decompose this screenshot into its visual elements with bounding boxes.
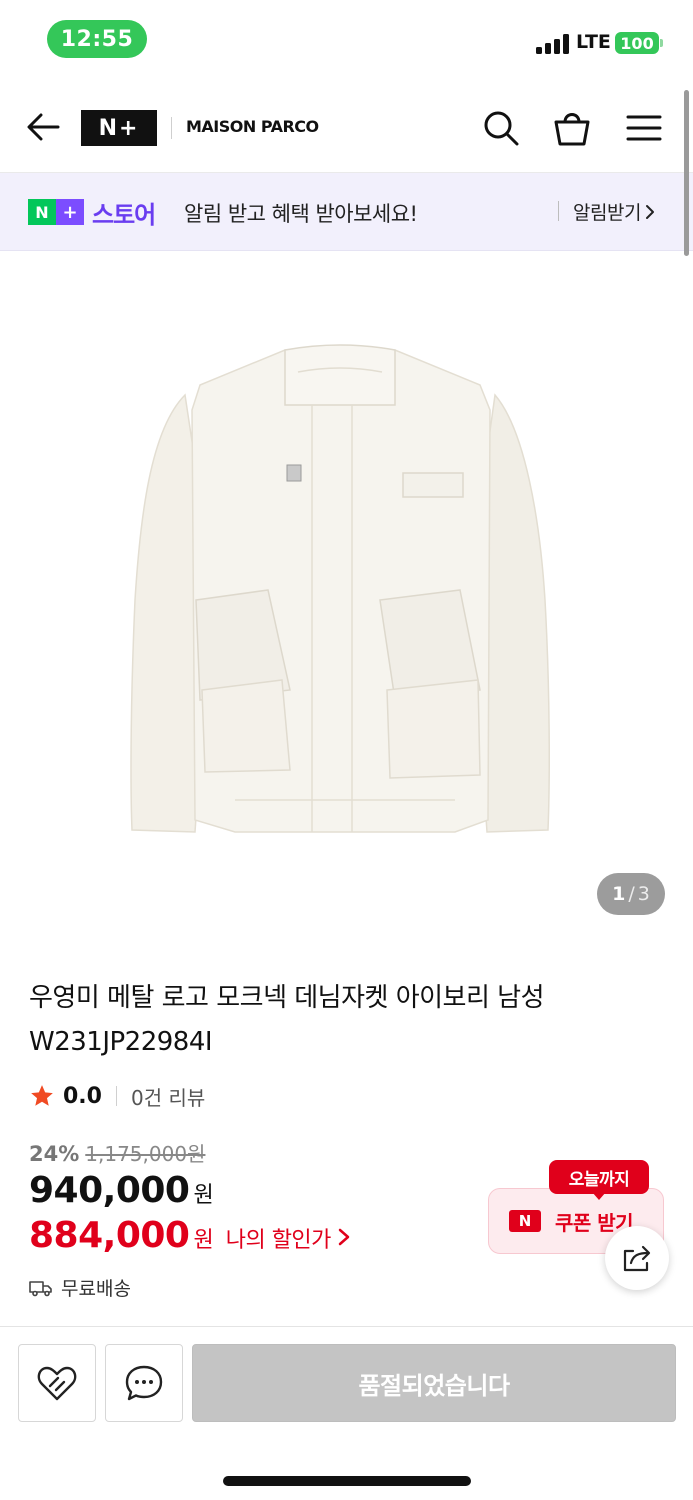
my-discount-label: 나의 할인가 <box>225 1228 332 1253</box>
nplus-store-logo: N + <box>28 199 84 225</box>
share-button[interactable] <box>605 1226 669 1290</box>
logo-divider <box>171 117 172 139</box>
rating-row[interactable]: 0.0 0건 리뷰 <box>29 1080 205 1112</box>
truck-icon <box>29 1280 52 1296</box>
chevron-right-icon <box>338 1228 350 1246</box>
discount-row: 24% 1,175,000원 <box>29 1138 205 1167</box>
get-notifications-label: 알림받기 <box>573 202 641 224</box>
home-indicator[interactable] <box>223 1476 471 1486</box>
sale-price-currency: 원 <box>193 1183 214 1208</box>
status-bar: 12:55 LTE 100 <box>0 0 693 78</box>
star-icon <box>31 1085 53 1106</box>
sale-price: 940,000 <box>29 1170 190 1211</box>
chevron-right-icon <box>645 204 654 219</box>
product-photo-jacket <box>130 344 550 833</box>
battery-icon: 100 <box>615 32 659 54</box>
rating-value: 0.0 <box>63 1083 102 1109</box>
my-discount-price: 884,000 <box>29 1215 190 1256</box>
scrollbar[interactable] <box>684 90 689 256</box>
gallery-page-indicator: 1 / 3 <box>597 873 665 915</box>
status-time: 12:55 <box>47 20 147 58</box>
notice-message: 알림 받고 혜택 받아보세요! <box>184 202 418 226</box>
back-button[interactable] <box>22 106 64 148</box>
shipping-info: 무료배송 <box>29 1274 131 1301</box>
menu-button[interactable] <box>622 108 666 148</box>
menu-icon <box>626 115 662 141</box>
signal-strength-icon <box>536 34 570 54</box>
notice-divider <box>558 201 559 221</box>
original-price: 1,175,000원 <box>85 1142 206 1166</box>
share-icon <box>623 1245 651 1272</box>
discount-rate: 24% <box>29 1142 80 1166</box>
product-title: 우영미 메탈 로고 모크넥 데님자켓 아이보리 남성 W231JP22984I <box>29 983 545 1057</box>
chat-button[interactable] <box>105 1344 183 1422</box>
shipping-label: 무료배송 <box>61 1278 131 1300</box>
brand-name[interactable]: MAISON PARCO <box>186 117 319 136</box>
wishlist-button[interactable] <box>18 1344 96 1422</box>
search-button[interactable] <box>479 106 523 150</box>
chat-bubble-icon <box>125 1365 163 1401</box>
product-image-gallery[interactable] <box>0 252 693 932</box>
today-only-badge: 오늘까지 <box>549 1160 649 1194</box>
naver-n-icon: N <box>509 1210 541 1232</box>
rating-divider <box>115 1086 117 1106</box>
store-logo-plus: + <box>56 199 84 225</box>
sold-out-button[interactable]: 품절되었습니다 <box>192 1344 676 1422</box>
gallery-page-separator: / <box>628 883 635 905</box>
get-notifications-button[interactable]: 알림받기 <box>573 198 655 225</box>
battery-cap <box>660 39 663 47</box>
heart-link-icon <box>37 1366 77 1401</box>
store-logo-n: N <box>28 199 56 225</box>
network-type: LTE <box>576 31 611 53</box>
my-discount-price-row[interactable]: 884,000 원 나의 할인가 <box>29 1215 351 1256</box>
search-icon <box>484 111 519 146</box>
back-arrow-icon <box>27 113 60 141</box>
battery-level: 100 <box>620 33 654 53</box>
nplus-logo-text: N+ <box>98 115 140 141</box>
price-row: 940,000 원 <box>29 1170 214 1211</box>
store-word: 스토어 <box>92 201 156 229</box>
cart-button[interactable] <box>550 104 594 150</box>
my-discount-currency: 원 <box>193 1228 214 1253</box>
today-badge-tail <box>592 1192 606 1200</box>
review-count[interactable]: 0건 리뷰 <box>131 1082 205 1111</box>
nplus-logo[interactable]: N+ <box>81 110 157 146</box>
gallery-current-page: 1 <box>612 883 626 905</box>
gallery-total-pages: 3 <box>637 883 650 905</box>
shopping-bag-icon <box>554 113 590 146</box>
